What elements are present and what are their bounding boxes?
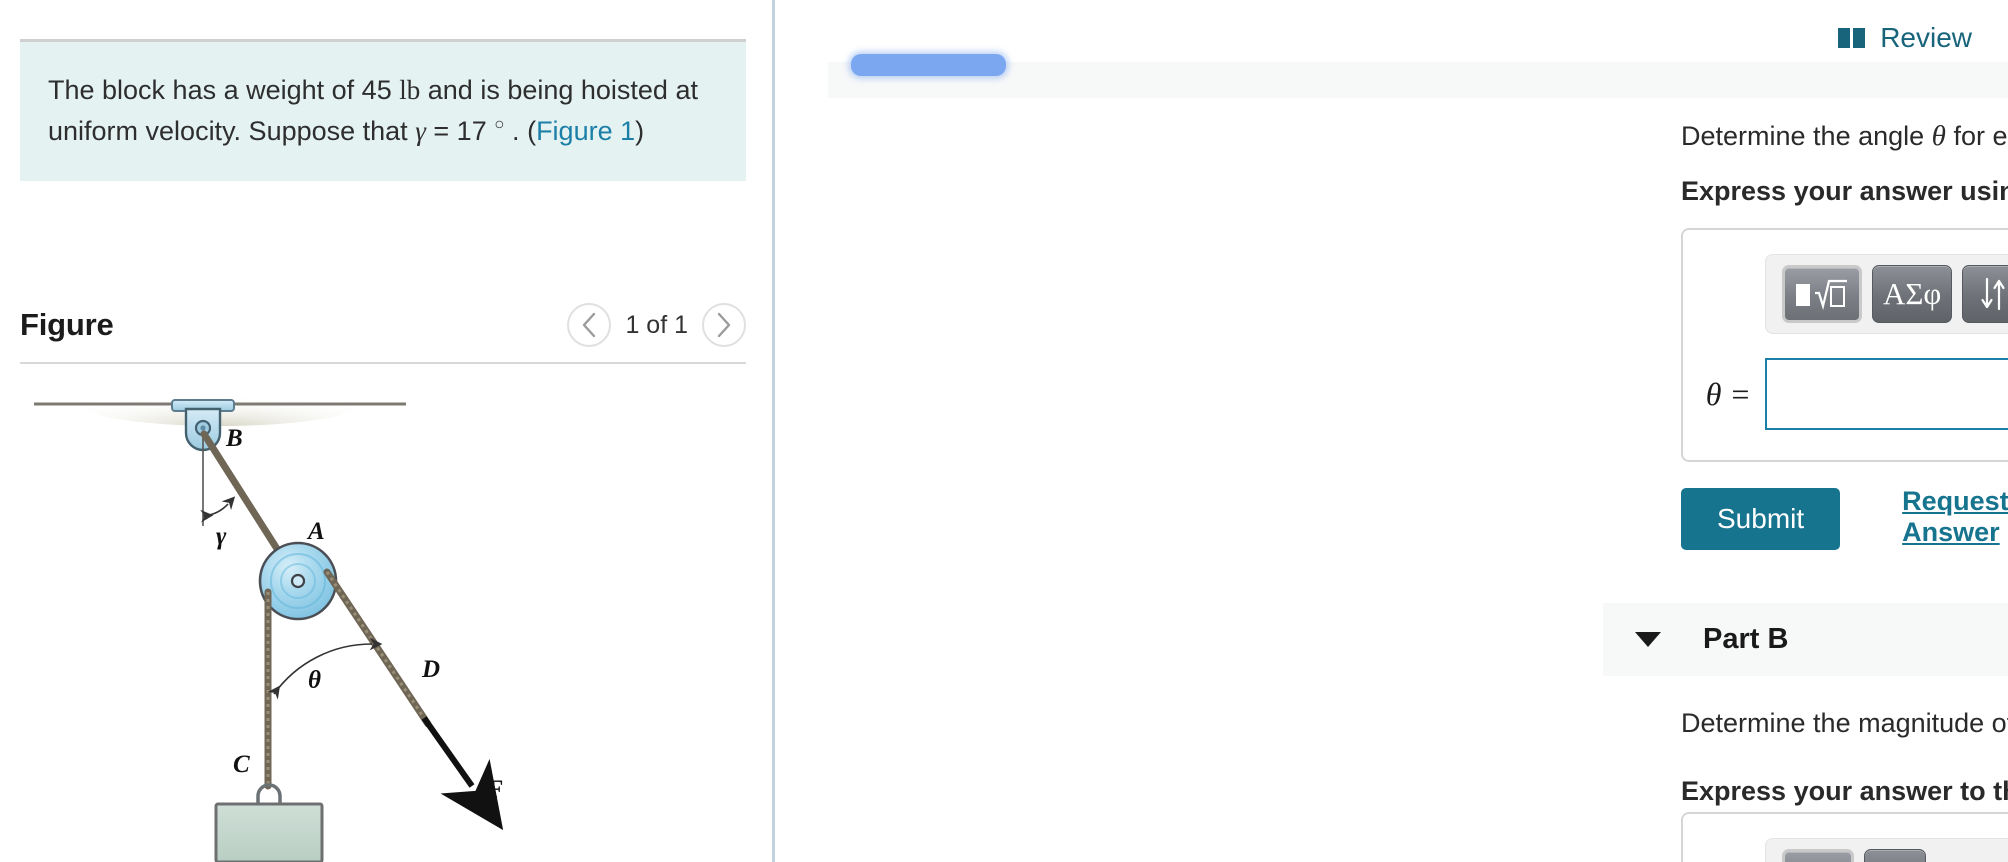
close-paren: )	[635, 115, 645, 146]
part-a-actions: Submit Request Answer	[1681, 486, 2008, 550]
part-a-theta-symbol: θ	[1931, 120, 1946, 152]
label-C: C	[233, 751, 250, 778]
part-b-question: Determine the magnitude of the force in …	[1681, 706, 2008, 740]
part-a-header-strip	[828, 54, 2008, 98]
part-b-degree-button[interactable]: ○	[1864, 849, 1926, 862]
period: .	[512, 115, 520, 146]
greek-letters-button[interactable]: ΑΣφ	[1872, 265, 1953, 323]
part-a-selection-highlight	[851, 54, 1006, 76]
theta-arc	[267, 637, 383, 700]
problem-statement: The block has a weight of 45 lb and is b…	[20, 39, 746, 181]
gamma-arc	[200, 496, 236, 523]
label-B: B	[225, 425, 243, 452]
gamma-symbol: γ	[415, 115, 426, 146]
bracket-pin-center	[200, 425, 206, 431]
label-F: F	[488, 776, 503, 803]
chevron-right-icon	[717, 312, 731, 338]
part-b-header[interactable]: Part B	[1603, 603, 2008, 676]
theta-equals-label: θ =	[1705, 375, 1751, 412]
book-icon	[1838, 28, 1866, 48]
part-b-template-button[interactable]	[1782, 849, 1854, 862]
gamma-value: 17	[456, 115, 487, 146]
part-a-answer-row: θ = ○	[1683, 358, 2008, 430]
hanging-block	[214, 802, 324, 862]
part-a-question: Determine the angle θ for equilibrium.	[1681, 120, 2008, 153]
figure-navigation: 1 of 1	[567, 303, 746, 347]
submit-button[interactable]: Submit	[1681, 488, 1841, 550]
part-b-instruction: Express your answer to three significant…	[1681, 776, 2008, 806]
pulley-axle	[290, 573, 306, 589]
part-a-answer-input[interactable]	[1765, 358, 2008, 430]
review-label: Review	[1880, 22, 1972, 53]
part-a-math-toolbar: ΑΣφ vec	[1765, 254, 2008, 334]
chevron-left-icon	[583, 312, 596, 338]
part-b-title: Part B	[1703, 623, 1789, 655]
part-b-question-text: Determine the magnitude of the force in …	[1681, 708, 2008, 738]
left-pane: The block has a weight of 45 lb and is b…	[0, 0, 772, 862]
label-A: A	[306, 518, 325, 545]
equals-sign: =	[433, 115, 450, 146]
figure-prev-button[interactable]	[567, 303, 612, 347]
open-paren: (	[527, 115, 537, 146]
part-a-question-text: Determine the angle	[1681, 121, 1925, 151]
review-link[interactable]: Review	[1837, 22, 1972, 54]
part-b-math-toolbar: ○ ?	[1765, 838, 2008, 862]
label-D: D	[421, 656, 440, 683]
pulley-system-diagram: B γ A D F θ C	[34, 382, 504, 862]
part-b-answer-card: ○ ?	[1681, 812, 2008, 862]
part-a-question-tail: for equilibrium.	[1953, 121, 2008, 151]
problem-units: lb	[399, 75, 421, 105]
force-arrow-F	[421, 716, 504, 831]
label-theta: θ	[308, 667, 321, 694]
sqrt-template-icon	[1796, 279, 1847, 311]
part-a-instruction: Express your answer using three signific…	[1681, 176, 2008, 206]
figure-header: Figure 1 of 1	[20, 288, 746, 364]
chevron-down-icon[interactable]	[1635, 632, 1661, 647]
figure-1-link[interactable]: Figure 1	[536, 116, 635, 146]
degree-symbol: ○	[494, 113, 505, 133]
figure-diagram[interactable]: B γ A D F θ C	[20, 376, 746, 862]
updown-arrows-button[interactable]	[1962, 265, 2008, 323]
request-answer-link[interactable]: Request Answer	[1902, 486, 2008, 548]
up-down-arrow-icon	[1981, 277, 2005, 311]
figure-next-button[interactable]	[702, 303, 746, 347]
right-pane: Review Determine the angle θ for equilib…	[775, 0, 2008, 862]
problem-text-1: The block has a weight of 45	[48, 75, 392, 105]
label-gamma: γ	[216, 523, 227, 550]
page-root: The block has a weight of 45 lb and is b…	[0, 0, 2008, 862]
figure-counter: 1 of 1	[625, 310, 688, 339]
part-b-undo-button[interactable]	[1958, 849, 2008, 862]
figure-title: Figure	[20, 307, 114, 342]
part-a-answer-card: ΑΣφ vec	[1681, 228, 2008, 462]
math-template-button[interactable]	[1782, 265, 1862, 323]
